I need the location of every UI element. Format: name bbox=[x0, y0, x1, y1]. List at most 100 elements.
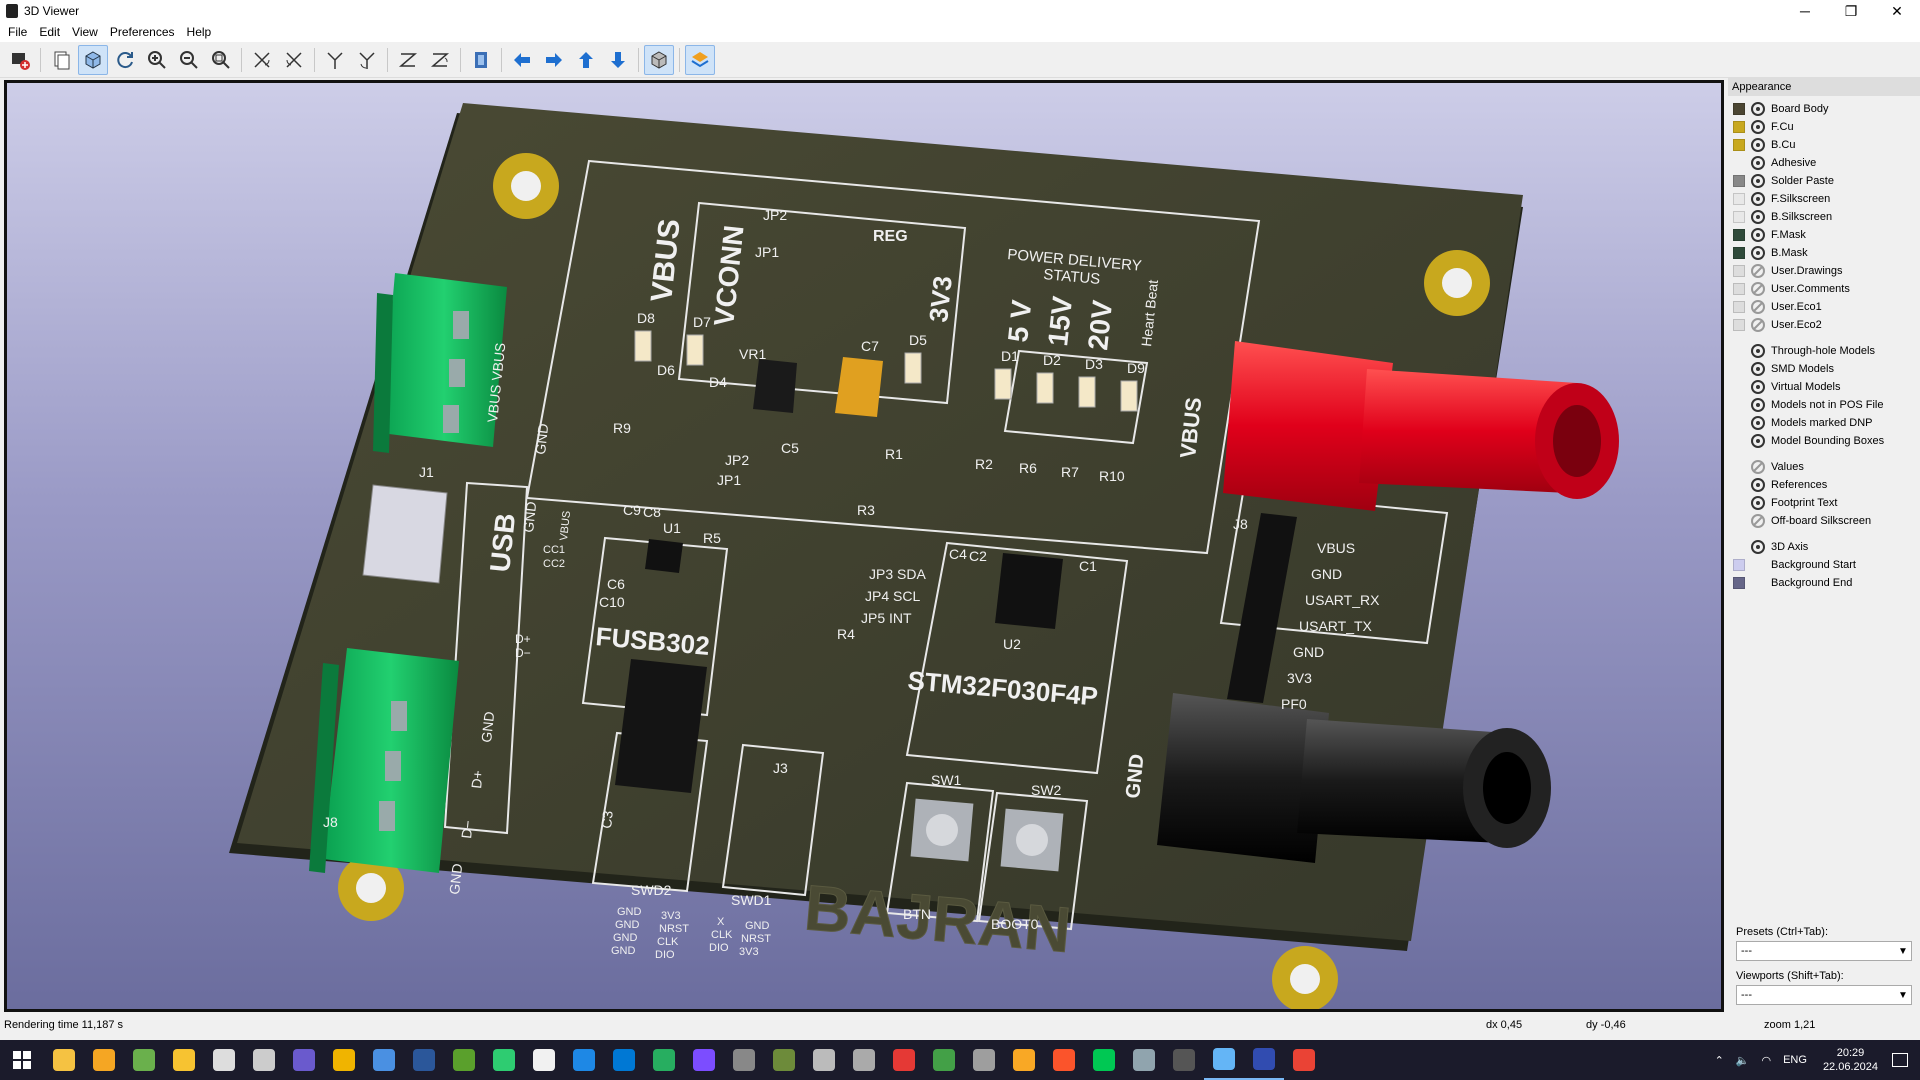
taskbar-app-app21[interactable] bbox=[844, 1040, 884, 1080]
layer-row[interactable]: Solder Paste bbox=[1728, 172, 1920, 190]
layer-row[interactable]: F.Silkscreen bbox=[1728, 190, 1920, 208]
taskbar-app-vscode[interactable] bbox=[604, 1040, 644, 1080]
render-export-icon[interactable] bbox=[5, 45, 35, 75]
eye-icon[interactable] bbox=[1751, 344, 1765, 358]
taskbar-app-app17[interactable] bbox=[684, 1040, 724, 1080]
pan-up-icon[interactable] bbox=[571, 45, 601, 75]
eye-off-icon[interactable] bbox=[1751, 264, 1765, 278]
taskbar-app-app16[interactable] bbox=[644, 1040, 684, 1080]
layer-row[interactable]: User.Eco1 bbox=[1728, 298, 1920, 316]
layer-color-swatch[interactable] bbox=[1733, 175, 1745, 187]
taskbar-app-sync[interactable] bbox=[924, 1040, 964, 1080]
taskbar-app-app8[interactable] bbox=[324, 1040, 364, 1080]
eye-icon[interactable] bbox=[1751, 192, 1765, 206]
taskbar-app-processing[interactable] bbox=[564, 1040, 604, 1080]
eye-icon[interactable] bbox=[1751, 102, 1765, 116]
layer-row[interactable]: Board Body bbox=[1728, 100, 1920, 118]
taskbar-app-app12[interactable] bbox=[484, 1040, 524, 1080]
eye-icon[interactable] bbox=[1751, 398, 1765, 412]
taskbar-app-app25[interactable] bbox=[1004, 1040, 1044, 1080]
layer-color-swatch[interactable] bbox=[1733, 229, 1745, 241]
taskbar-app-app9[interactable] bbox=[364, 1040, 404, 1080]
layer-color-swatch[interactable] bbox=[1733, 319, 1745, 331]
copy-icon[interactable] bbox=[46, 45, 76, 75]
language-indicator[interactable]: ENG bbox=[1783, 1054, 1807, 1066]
layer-color-swatch[interactable] bbox=[1733, 301, 1745, 313]
layer-row[interactable]: SMD Models bbox=[1728, 360, 1920, 378]
eye-off-icon[interactable] bbox=[1751, 282, 1765, 296]
taskbar-app-calendar[interactable] bbox=[244, 1040, 284, 1080]
layer-row[interactable]: B.Silkscreen bbox=[1728, 208, 1920, 226]
taskbar-app-brave[interactable] bbox=[1044, 1040, 1084, 1080]
taskbar-app-chrome-green[interactable] bbox=[124, 1040, 164, 1080]
layer-row[interactable]: Values bbox=[1728, 458, 1920, 476]
presets-select[interactable]: --- ▼ bbox=[1736, 941, 1912, 961]
clock[interactable]: 20:29 22.06.2024 bbox=[1823, 1046, 1878, 1074]
layer-row[interactable]: Through-hole Models bbox=[1728, 342, 1920, 360]
eye-icon[interactable] bbox=[1751, 120, 1765, 134]
taskbar-app-app28[interactable] bbox=[1124, 1040, 1164, 1080]
eye-icon[interactable] bbox=[1751, 496, 1765, 510]
eye-icon[interactable] bbox=[1751, 478, 1765, 492]
layer-color-swatch[interactable] bbox=[1733, 193, 1745, 205]
pan-right-icon[interactable] bbox=[539, 45, 569, 75]
zoom-fit-icon[interactable] bbox=[206, 45, 236, 75]
taskbar-app-app20[interactable] bbox=[804, 1040, 844, 1080]
menu-file[interactable]: File bbox=[2, 25, 33, 39]
3d-viewport[interactable]: VBUS VCONN REG 3V3 POWER DELIVERY STATUS… bbox=[4, 80, 1724, 1012]
taskbar-app-app18[interactable] bbox=[724, 1040, 764, 1080]
layer-row[interactable]: Models not in POS File bbox=[1728, 396, 1920, 414]
eye-icon[interactable] bbox=[1751, 156, 1765, 170]
eye-icon[interactable] bbox=[1751, 540, 1765, 554]
wifi-icon[interactable]: ◠ bbox=[1761, 1054, 1771, 1067]
menu-view[interactable]: View bbox=[66, 25, 104, 39]
pan-down-icon[interactable] bbox=[603, 45, 633, 75]
layer-row[interactable]: References bbox=[1728, 476, 1920, 494]
layer-color-swatch[interactable] bbox=[1733, 103, 1745, 115]
taskbar-app-app13[interactable] bbox=[524, 1040, 564, 1080]
pan-left-icon[interactable] bbox=[507, 45, 537, 75]
layer-color-swatch[interactable] bbox=[1733, 283, 1745, 295]
taskbar-app-app27[interactable] bbox=[1084, 1040, 1124, 1080]
taskbar-app-github[interactable] bbox=[964, 1040, 1004, 1080]
rotate-z-ccw-icon[interactable] bbox=[425, 45, 455, 75]
close-button[interactable]: ✕ bbox=[1874, 0, 1920, 22]
layer-color-swatch[interactable] bbox=[1733, 577, 1745, 589]
layer-color-swatch[interactable] bbox=[1733, 121, 1745, 133]
layer-row[interactable]: User.Drawings bbox=[1728, 262, 1920, 280]
layer-row[interactable]: Background Start bbox=[1728, 556, 1920, 574]
flip-board-icon[interactable] bbox=[466, 45, 496, 75]
eye-off-icon[interactable] bbox=[1751, 514, 1765, 528]
layer-color-swatch[interactable] bbox=[1733, 559, 1745, 571]
raytrace-icon[interactable] bbox=[78, 44, 108, 75]
layer-row[interactable]: F.Cu bbox=[1728, 118, 1920, 136]
taskbar-app-app19[interactable] bbox=[764, 1040, 804, 1080]
eye-off-icon[interactable] bbox=[1751, 460, 1765, 474]
rotate-x-cw-icon[interactable] bbox=[247, 45, 277, 75]
layer-row[interactable]: Background End bbox=[1728, 574, 1920, 592]
layer-row[interactable]: User.Eco2 bbox=[1728, 316, 1920, 334]
ortho-icon[interactable] bbox=[644, 44, 674, 75]
layer-row[interactable]: Footprint Text bbox=[1728, 494, 1920, 512]
rotate-y-cw-icon[interactable] bbox=[320, 45, 350, 75]
eye-icon[interactable] bbox=[1751, 138, 1765, 152]
taskbar-app-app7[interactable] bbox=[284, 1040, 324, 1080]
eye-off-icon[interactable] bbox=[1751, 318, 1765, 332]
taskbar-app-kicad[interactable] bbox=[1244, 1040, 1284, 1080]
menu-preferences[interactable]: Preferences bbox=[104, 25, 181, 39]
taskbar-app-explorer[interactable] bbox=[44, 1040, 84, 1080]
taskbar-app-terminal[interactable] bbox=[1164, 1040, 1204, 1080]
layer-color-swatch[interactable] bbox=[1733, 265, 1745, 277]
taskbar-app-word[interactable] bbox=[404, 1040, 444, 1080]
minimize-button[interactable]: ─ bbox=[1782, 0, 1828, 22]
rotate-z-cw-icon[interactable] bbox=[393, 45, 423, 75]
taskbar-app-chrome[interactable] bbox=[1284, 1040, 1324, 1080]
menu-help[interactable]: Help bbox=[181, 25, 218, 39]
layer-color-swatch[interactable] bbox=[1733, 139, 1745, 151]
taskbar-app-app2[interactable] bbox=[84, 1040, 124, 1080]
layer-color-swatch[interactable] bbox=[1733, 211, 1745, 223]
layer-row[interactable]: Models marked DNP bbox=[1728, 414, 1920, 432]
layer-color-swatch[interactable] bbox=[1733, 247, 1745, 259]
taskbar-app-calc[interactable] bbox=[204, 1040, 244, 1080]
layer-row[interactable]: B.Mask bbox=[1728, 244, 1920, 262]
